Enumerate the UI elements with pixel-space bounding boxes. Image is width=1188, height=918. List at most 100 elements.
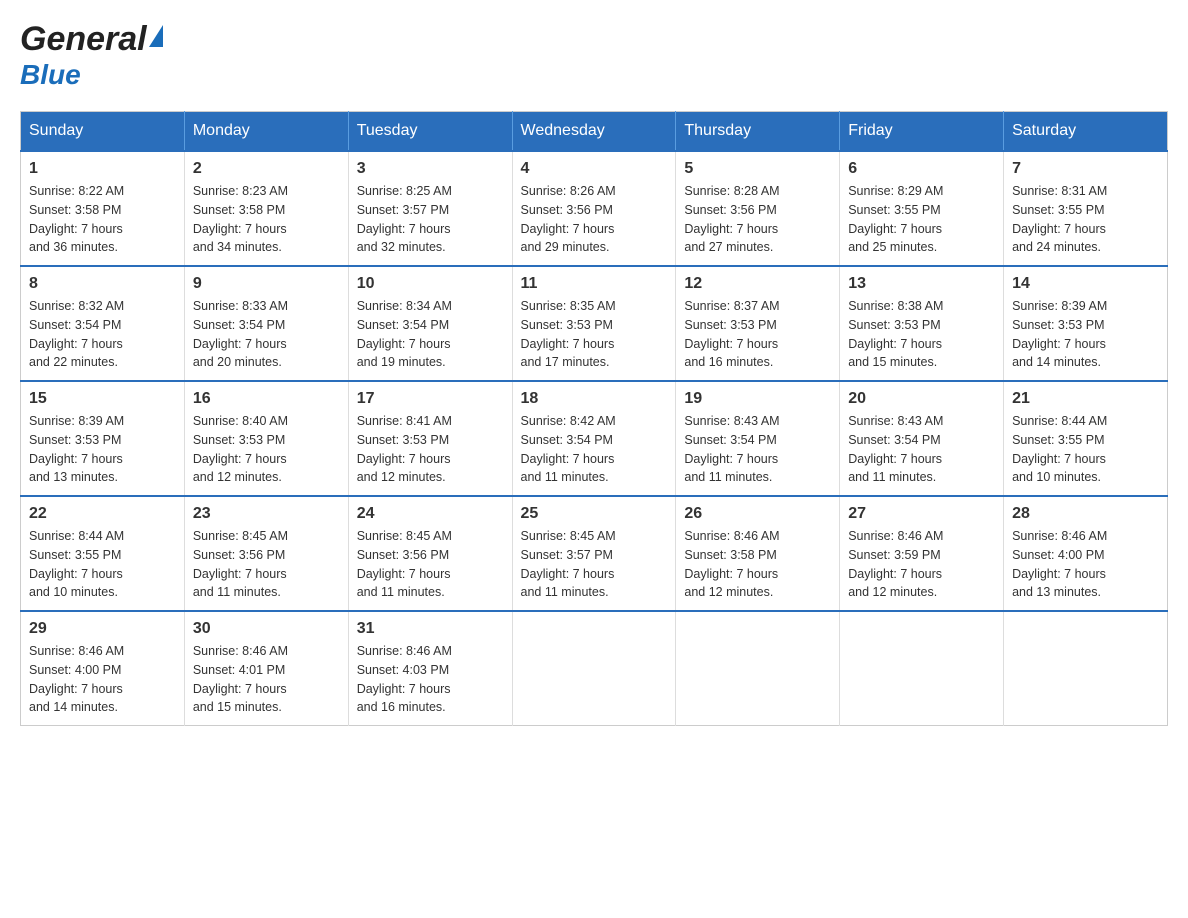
- week-row-2: 8Sunrise: 8:32 AMSunset: 3:54 PMDaylight…: [21, 266, 1168, 381]
- day-info: Sunrise: 8:46 AMSunset: 3:58 PMDaylight:…: [684, 527, 831, 602]
- day-number: 23: [193, 505, 340, 523]
- day-number: 3: [357, 160, 504, 178]
- week-row-3: 15 Sunrise: 8:39 AMSunset: 3:53 PMDayligh…: [21, 381, 1168, 496]
- day-number: 1: [29, 160, 176, 178]
- column-header-friday: Friday: [840, 112, 1004, 152]
- day-number: 18: [521, 390, 668, 408]
- calendar-cell: 27 Sunrise: 8:46 AMSunset: 3:59 PMDayligh…: [840, 496, 1004, 611]
- day-number: 19: [684, 390, 831, 408]
- calendar-header-row: SundayMondayTuesdayWednesdayThursdayFrid…: [21, 112, 1168, 152]
- calendar-cell: 29 Sunrise: 8:46 AMSunset: 4:00 PMDayligh…: [21, 611, 185, 726]
- logo: General Blue: [20, 20, 163, 91]
- column-header-tuesday: Tuesday: [348, 112, 512, 152]
- day-info: Sunrise: 8:26 AMSunset: 3:56 PMDaylight:…: [521, 182, 668, 257]
- logo-triangle-icon: [149, 25, 163, 47]
- day-info: Sunrise: 8:40 AMSunset: 3:53 PMDaylight:…: [193, 412, 340, 487]
- column-header-monday: Monday: [184, 112, 348, 152]
- calendar-cell: 23 Sunrise: 8:45 AMSunset: 3:56 PMDayligh…: [184, 496, 348, 611]
- day-info: Sunrise: 8:43 AMSunset: 3:54 PMDaylight:…: [848, 412, 995, 487]
- day-info: Sunrise: 8:28 AMSunset: 3:56 PMDaylight:…: [684, 182, 831, 257]
- day-number: 26: [684, 505, 831, 523]
- column-header-thursday: Thursday: [676, 112, 840, 152]
- day-info: Sunrise: 8:31 AMSunset: 3:55 PMDaylight:…: [1012, 182, 1159, 257]
- day-number: 17: [357, 390, 504, 408]
- week-row-1: 1 Sunrise: 8:22 AMSunset: 3:58 PMDaylight…: [21, 151, 1168, 266]
- day-info: Sunrise: 8:46 AMSunset: 4:00 PMDaylight:…: [29, 642, 176, 717]
- calendar-cell: 30 Sunrise: 8:46 AMSunset: 4:01 PMDayligh…: [184, 611, 348, 726]
- day-info: Sunrise: 8:33 AMSunset: 3:54 PMDaylight:…: [193, 297, 340, 372]
- day-number: 12: [684, 275, 831, 293]
- calendar-cell: 1 Sunrise: 8:22 AMSunset: 3:58 PMDaylight…: [21, 151, 185, 266]
- day-number: 30: [193, 620, 340, 638]
- calendar-cell: 18 Sunrise: 8:42 AMSunset: 3:54 PMDayligh…: [512, 381, 676, 496]
- day-number: 13: [848, 275, 995, 293]
- day-number: 15: [29, 390, 176, 408]
- day-info: Sunrise: 8:45 AMSunset: 3:57 PMDaylight:…: [521, 527, 668, 602]
- calendar-cell: 8Sunrise: 8:32 AMSunset: 3:54 PMDaylight…: [21, 266, 185, 381]
- day-number: 9: [193, 275, 340, 293]
- calendar-cell: [676, 611, 840, 726]
- day-info: Sunrise: 8:35 AMSunset: 3:53 PMDaylight:…: [521, 297, 668, 372]
- calendar-cell: 28 Sunrise: 8:46 AMSunset: 4:00 PMDayligh…: [1004, 496, 1168, 611]
- column-header-saturday: Saturday: [1004, 112, 1168, 152]
- day-info: Sunrise: 8:39 AMSunset: 3:53 PMDaylight:…: [1012, 297, 1159, 372]
- calendar-cell: 16 Sunrise: 8:40 AMSunset: 3:53 PMDayligh…: [184, 381, 348, 496]
- calendar-cell: 19 Sunrise: 8:43 AMSunset: 3:54 PMDayligh…: [676, 381, 840, 496]
- day-info: Sunrise: 8:34 AMSunset: 3:54 PMDaylight:…: [357, 297, 504, 372]
- day-number: 28: [1012, 505, 1159, 523]
- day-info: Sunrise: 8:46 AMSunset: 4:00 PMDaylight:…: [1012, 527, 1159, 602]
- calendar-cell: 22 Sunrise: 8:44 AMSunset: 3:55 PMDayligh…: [21, 496, 185, 611]
- day-number: 22: [29, 505, 176, 523]
- day-info: Sunrise: 8:46 AMSunset: 4:03 PMDaylight:…: [357, 642, 504, 717]
- day-info: Sunrise: 8:43 AMSunset: 3:54 PMDaylight:…: [684, 412, 831, 487]
- column-header-sunday: Sunday: [21, 112, 185, 152]
- calendar-cell: 26 Sunrise: 8:46 AMSunset: 3:58 PMDayligh…: [676, 496, 840, 611]
- day-number: 21: [1012, 390, 1159, 408]
- day-number: 14: [1012, 275, 1159, 293]
- page-header: General Blue: [20, 20, 1168, 91]
- day-info: Sunrise: 8:45 AMSunset: 3:56 PMDaylight:…: [193, 527, 340, 602]
- day-number: 7: [1012, 160, 1159, 178]
- day-info: Sunrise: 8:46 AMSunset: 4:01 PMDaylight:…: [193, 642, 340, 717]
- calendar-cell: [840, 611, 1004, 726]
- day-info: Sunrise: 8:41 AMSunset: 3:53 PMDaylight:…: [357, 412, 504, 487]
- day-number: 24: [357, 505, 504, 523]
- logo-general-text: General: [20, 20, 147, 59]
- calendar-cell: 4Sunrise: 8:26 AMSunset: 3:56 PMDaylight…: [512, 151, 676, 266]
- day-number: 11: [521, 275, 668, 293]
- calendar-cell: 15 Sunrise: 8:39 AMSunset: 3:53 PMDayligh…: [21, 381, 185, 496]
- day-info: Sunrise: 8:39 AMSunset: 3:53 PMDaylight:…: [29, 412, 176, 487]
- logo-blue-text: Blue: [20, 59, 81, 90]
- calendar-cell: [512, 611, 676, 726]
- day-number: 8: [29, 275, 176, 293]
- calendar-cell: [1004, 611, 1168, 726]
- calendar-cell: 14 Sunrise: 8:39 AMSunset: 3:53 PMDayligh…: [1004, 266, 1168, 381]
- column-header-wednesday: Wednesday: [512, 112, 676, 152]
- calendar-cell: 21Sunrise: 8:44 AMSunset: 3:55 PMDayligh…: [1004, 381, 1168, 496]
- day-number: 29: [29, 620, 176, 638]
- day-number: 16: [193, 390, 340, 408]
- day-info: Sunrise: 8:22 AMSunset: 3:58 PMDaylight:…: [29, 182, 176, 257]
- day-number: 6: [848, 160, 995, 178]
- day-number: 27: [848, 505, 995, 523]
- day-info: Sunrise: 8:37 AMSunset: 3:53 PMDaylight:…: [684, 297, 831, 372]
- day-info: Sunrise: 8:29 AMSunset: 3:55 PMDaylight:…: [848, 182, 995, 257]
- day-number: 10: [357, 275, 504, 293]
- week-row-4: 22 Sunrise: 8:44 AMSunset: 3:55 PMDayligh…: [21, 496, 1168, 611]
- day-number: 2: [193, 160, 340, 178]
- day-info: Sunrise: 8:42 AMSunset: 3:54 PMDaylight:…: [521, 412, 668, 487]
- day-info: Sunrise: 8:44 AMSunset: 3:55 PMDaylight:…: [29, 527, 176, 602]
- calendar-cell: 25Sunrise: 8:45 AMSunset: 3:57 PMDayligh…: [512, 496, 676, 611]
- day-info: Sunrise: 8:23 AMSunset: 3:58 PMDaylight:…: [193, 182, 340, 257]
- day-info: Sunrise: 8:38 AMSunset: 3:53 PMDaylight:…: [848, 297, 995, 372]
- day-info: Sunrise: 8:46 AMSunset: 3:59 PMDaylight:…: [848, 527, 995, 602]
- calendar-cell: 2 Sunrise: 8:23 AMSunset: 3:58 PMDaylight…: [184, 151, 348, 266]
- calendar-cell: 13 Sunrise: 8:38 AMSunset: 3:53 PMDayligh…: [840, 266, 1004, 381]
- calendar-cell: 24Sunrise: 8:45 AMSunset: 3:56 PMDayligh…: [348, 496, 512, 611]
- calendar-cell: 3 Sunrise: 8:25 AMSunset: 3:57 PMDaylight…: [348, 151, 512, 266]
- calendar-cell: 5Sunrise: 8:28 AMSunset: 3:56 PMDaylight…: [676, 151, 840, 266]
- day-number: 20: [848, 390, 995, 408]
- calendar-cell: 17 Sunrise: 8:41 AMSunset: 3:53 PMDayligh…: [348, 381, 512, 496]
- calendar-cell: 12 Sunrise: 8:37 AMSunset: 3:53 PMDayligh…: [676, 266, 840, 381]
- day-info: Sunrise: 8:25 AMSunset: 3:57 PMDaylight:…: [357, 182, 504, 257]
